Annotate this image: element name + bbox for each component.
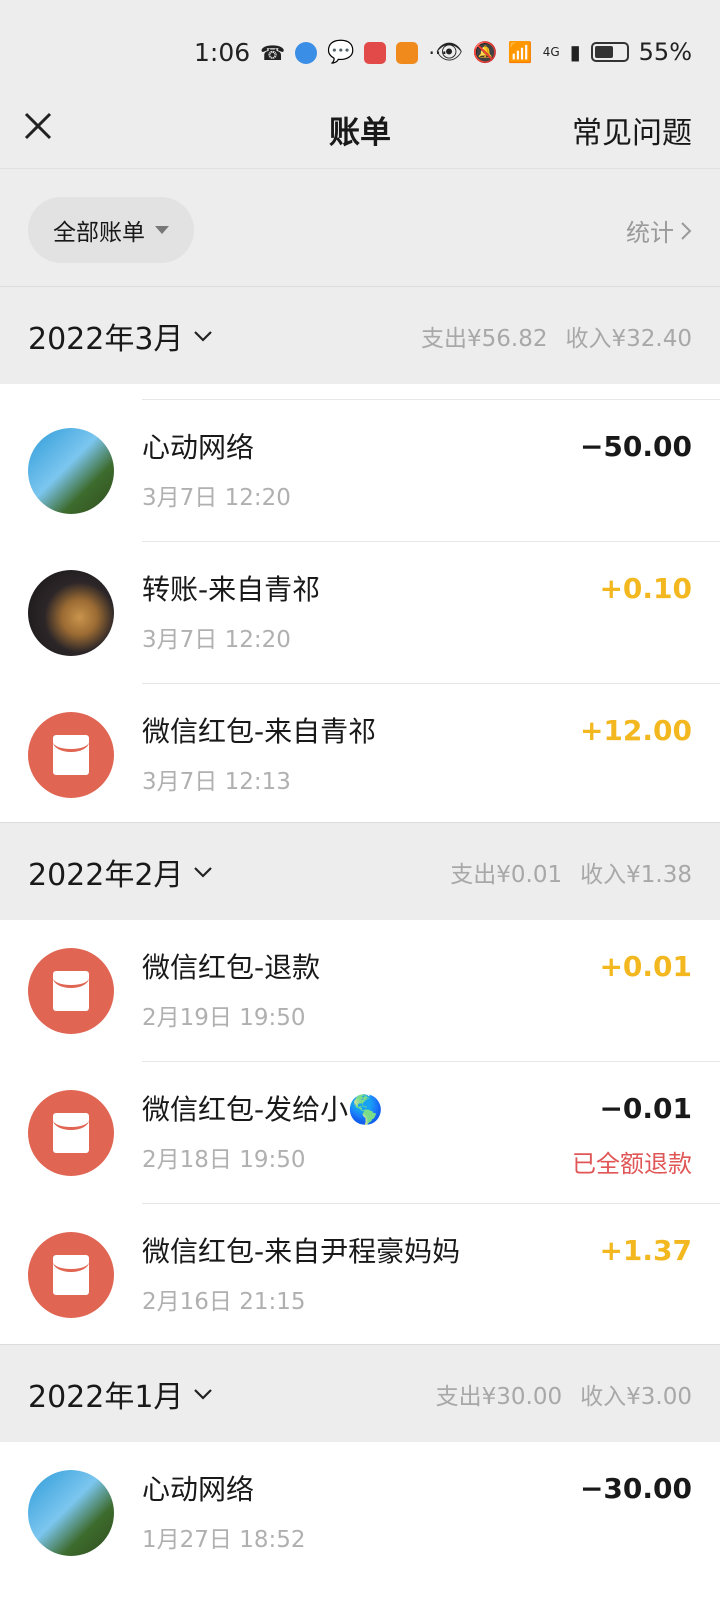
transaction-amount: +1.37 bbox=[599, 1234, 692, 1267]
month-header[interactable]: 2022年3月 支出¥56.82 收入¥32.40 bbox=[0, 286, 720, 384]
battery-percent: 55% bbox=[638, 38, 692, 66]
status-time: 1:06 bbox=[194, 38, 251, 67]
transaction-name: 微信红包-退款 bbox=[142, 951, 321, 984]
month-header[interactable]: 2022年2月 支出¥0.01 收入¥1.38 bbox=[0, 822, 720, 920]
chevron-right-icon bbox=[681, 221, 692, 240]
bill-filter-label: 全部账单 bbox=[53, 220, 145, 246]
transaction-row[interactable]: 心动网络 3月7日 12:20 −50.00 bbox=[0, 400, 720, 542]
chevron-down-icon bbox=[194, 866, 213, 878]
month-summary: 支出¥30.00 收入¥3.00 bbox=[436, 1377, 692, 1411]
faq-link[interactable]: 常见问题 bbox=[572, 108, 692, 152]
transaction-list: 微信红包-退款 2月19日 19:50 +0.01 微信红包-发给小🌎 2月18… bbox=[0, 920, 720, 1346]
month-expense: 支出¥0.01 bbox=[450, 861, 563, 888]
statistics-link[interactable]: 统计 bbox=[626, 213, 692, 248]
month-label: 2022年1月 bbox=[28, 1379, 184, 1415]
transaction-time: 3月7日 12:20 bbox=[142, 627, 291, 653]
transaction-time: 1月27日 18:52 bbox=[142, 1527, 306, 1553]
mute-bell-icon: 🔕 bbox=[472, 40, 498, 64]
transaction-amount: +12.00 bbox=[579, 714, 692, 747]
network-type: 4G bbox=[542, 45, 560, 59]
transaction-time: 3月7日 12:13 bbox=[142, 769, 291, 795]
status-right: 👁 🔕 📶 4G ▮ 55% bbox=[435, 38, 692, 66]
transaction-time: 2月19日 19:50 bbox=[142, 1005, 306, 1031]
dog-avatar bbox=[28, 570, 114, 656]
red-envelope-icon bbox=[28, 712, 114, 798]
month-income: 收入¥1.38 bbox=[580, 861, 692, 888]
signal-icon: ▮ bbox=[569, 40, 581, 64]
month-summary: 支出¥56.82 收入¥32.40 bbox=[421, 319, 692, 353]
transaction-row[interactable]: 微信红包-退款 2月19日 19:50 +0.01 bbox=[0, 920, 720, 1062]
filter-bar: 全部账单 统计 bbox=[0, 168, 720, 292]
month-label: 2022年2月 bbox=[28, 857, 184, 893]
refund-status: 已全额退款 bbox=[572, 1150, 692, 1178]
transaction-list: 心动网络 3月7日 12:20 −50.00 转账-来自青祁 3月7日 12:2… bbox=[0, 384, 720, 826]
missed-call-icon: ☎ bbox=[260, 40, 286, 65]
status-bar: 1:06 ☎ 💬 ··· 👁 🔕 📶 4G ▮ 55% bbox=[0, 0, 720, 90]
nav-bar: 账单 常见问题 bbox=[0, 90, 720, 168]
transaction-time: 2月16日 21:15 bbox=[142, 1289, 306, 1315]
transaction-name: 微信红包-来自青祁 bbox=[142, 715, 377, 748]
transaction-amount: −0.01 bbox=[599, 1092, 692, 1125]
transaction-row[interactable]: 微信红包-发给小🌎 2月18日 19:50 −0.01 已全额退款 bbox=[0, 1062, 720, 1204]
transaction-name: 心动网络 bbox=[142, 431, 255, 464]
month-expense: 支出¥56.82 bbox=[421, 325, 548, 352]
month-income: 收入¥32.40 bbox=[565, 325, 692, 352]
transaction-name: 转账-来自青祁 bbox=[142, 573, 321, 606]
transaction-time: 2月18日 19:50 bbox=[142, 1147, 306, 1173]
video-app-icon bbox=[396, 41, 419, 64]
transaction-time: 3月7日 12:20 bbox=[142, 485, 291, 511]
red-envelope-icon bbox=[28, 948, 114, 1034]
transaction-row[interactable]: 微信红包-来自青祁 3月7日 12:13 +12.00 bbox=[0, 684, 720, 826]
month-title: 2022年2月 bbox=[28, 850, 213, 894]
month-title: 2022年1月 bbox=[28, 1372, 213, 1416]
close-icon[interactable] bbox=[20, 108, 56, 144]
transaction-row[interactable]: 转账-来自青祁 3月7日 12:20 +0.10 bbox=[0, 542, 720, 684]
transaction-amount: −50.00 bbox=[579, 430, 692, 463]
chevron-down-icon bbox=[194, 330, 213, 342]
transaction-amount: +0.10 bbox=[599, 572, 692, 605]
red-envelope-icon bbox=[28, 1090, 114, 1176]
month-expense: 支出¥30.00 bbox=[435, 1383, 563, 1410]
wifi-icon: 📶 bbox=[507, 40, 533, 64]
transaction-name: 心动网络 bbox=[142, 1473, 255, 1506]
bill-filter-button[interactable]: 全部账单 bbox=[28, 197, 194, 263]
eye-icon: 👁 bbox=[434, 39, 463, 65]
page-title: 账单 bbox=[329, 114, 391, 151]
list-top-divider bbox=[142, 384, 720, 400]
month-title: 2022年3月 bbox=[28, 314, 213, 358]
transaction-list: 心动网络 1月27日 18:52 −30.00 bbox=[0, 1442, 720, 1600]
month-income: 收入¥3.00 bbox=[580, 1383, 692, 1410]
message-app-icon: 💬 bbox=[327, 40, 355, 65]
red-app-icon bbox=[364, 41, 387, 64]
chevron-down-icon bbox=[194, 1388, 213, 1400]
game-avatar bbox=[28, 428, 114, 514]
month-summary: 支出¥0.01 收入¥1.38 bbox=[450, 855, 692, 889]
game-avatar bbox=[28, 1470, 114, 1556]
transaction-amount: −30.00 bbox=[579, 1472, 692, 1505]
transaction-row[interactable]: 微信红包-来自尹程豪妈妈 2月16日 21:15 +1.37 bbox=[0, 1204, 720, 1346]
browser-app-icon bbox=[295, 41, 318, 64]
month-label: 2022年3月 bbox=[28, 321, 184, 357]
red-envelope-icon bbox=[28, 1232, 114, 1318]
transaction-name: 微信红包-来自尹程豪妈妈 bbox=[142, 1235, 461, 1268]
transaction-amount: +0.01 bbox=[599, 950, 692, 983]
status-left: 1:06 ☎ 💬 ··· bbox=[194, 38, 448, 67]
transaction-name: 微信红包-发给小🌎 bbox=[142, 1093, 383, 1126]
month-header[interactable]: 2022年1月 支出¥30.00 收入¥3.00 bbox=[0, 1344, 720, 1442]
battery-icon bbox=[590, 42, 629, 62]
transaction-row[interactable]: 心动网络 1月27日 18:52 −30.00 bbox=[0, 1442, 720, 1584]
statistics-label: 统计 bbox=[626, 219, 674, 247]
caret-down-icon bbox=[155, 226, 169, 234]
